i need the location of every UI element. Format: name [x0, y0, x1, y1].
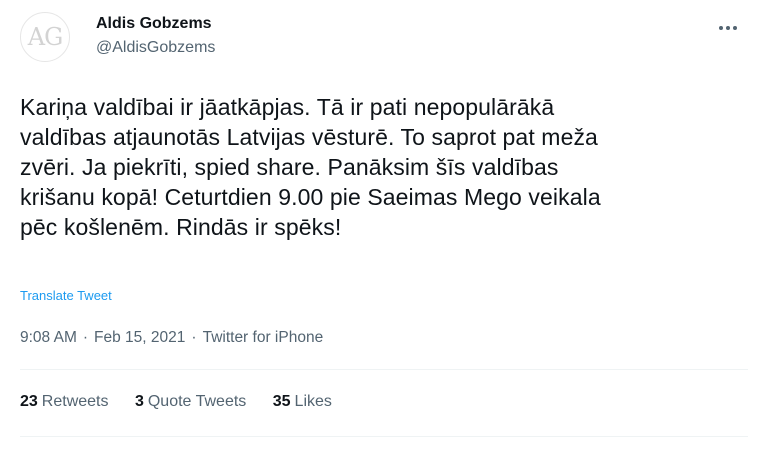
- more-options-button[interactable]: [716, 16, 740, 40]
- likes-label: Likes: [294, 393, 332, 410]
- translate-tweet-link[interactable]: Translate Tweet: [20, 288, 112, 303]
- quote-tweets-count: 3: [134, 393, 144, 410]
- divider: [20, 436, 748, 437]
- quote-tweets-stat[interactable]: 3 Quote Tweets: [135, 393, 246, 411]
- tweet: AG Aldis Gobzems @AldisGobzems Kariņa va…: [0, 0, 768, 453]
- tweet-source[interactable]: Twitter for iPhone: [203, 329, 324, 346]
- divider: [20, 369, 748, 370]
- tweet-stats: 23 Retweets 3 Quote Tweets 35 Likes: [20, 393, 354, 411]
- retweets-stat[interactable]: 23 Retweets: [20, 393, 109, 411]
- tweet-text-line: krišanu kopā! Ceturtdien 9.00 pie Saeima…: [20, 184, 601, 210]
- tweet-header: AG Aldis Gobzems @AldisGobzems: [20, 12, 748, 62]
- tweet-date[interactable]: Feb 15, 2021: [94, 329, 185, 346]
- author-handle[interactable]: @AldisGobzems: [96, 38, 215, 58]
- meta-separator: ·: [82, 329, 89, 346]
- tweet-text: Kariņa valdībai ir jāatkāpjas. Tā ir pat…: [20, 92, 740, 242]
- quote-tweets-label: Quote Tweets: [147, 393, 247, 410]
- avatar-initials: AG: [27, 23, 64, 51]
- author-names: Aldis Gobzems @AldisGobzems: [96, 14, 215, 58]
- tweet-text-line: valdības atjaunotās Latvijas vēsturē. To…: [20, 124, 598, 150]
- tweet-text-line: pēc košlenēm. Rindās ir spēks!: [20, 214, 342, 240]
- author-display-name[interactable]: Aldis Gobzems: [96, 14, 215, 34]
- retweets-label: Retweets: [41, 393, 109, 410]
- meta-separator: ·: [191, 329, 197, 346]
- avatar[interactable]: AG: [20, 12, 70, 62]
- tweet-text-line: zvēri. Ja piekrīti, spied share. Panāksi…: [20, 154, 559, 180]
- retweets-count: 23: [20, 393, 38, 410]
- likes-stat[interactable]: 35 Likes: [273, 393, 332, 411]
- tweet-meta: 9:08 AM · Feb 15, 2021 · Twitter for iPhone: [20, 329, 323, 347]
- likes-count: 35: [272, 393, 291, 410]
- more-horizontal-icon: [718, 25, 738, 31]
- tweet-time[interactable]: 9:08 AM: [20, 329, 77, 346]
- tweet-text-line: Kariņa valdībai ir jāatkāpjas. Tā ir pat…: [20, 94, 555, 120]
